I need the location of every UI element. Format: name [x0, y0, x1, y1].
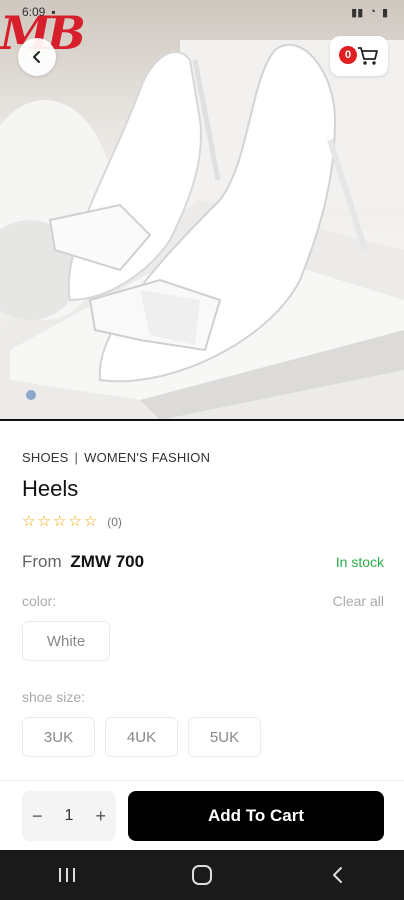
color-header: color: Clear all — [22, 593, 384, 609]
system-nav-bar — [0, 850, 404, 900]
bottom-divider — [0, 780, 404, 781]
chevron-left-icon — [33, 51, 40, 63]
product-title: Heels — [22, 476, 79, 501]
recent-apps-button[interactable] — [37, 855, 97, 895]
back-button[interactable] — [18, 38, 56, 76]
category-breadcrumb: SHOES | WOMEN'S FASHION — [22, 450, 210, 465]
rating[interactable]: ☆ ☆ ☆ ☆ ☆ (0) — [22, 514, 122, 529]
increase-button[interactable]: + — [95, 806, 106, 827]
price: From ZMW 700 — [22, 552, 144, 572]
star-outline-icon: ☆ — [37, 513, 51, 530]
quantity-value: 1 — [64, 807, 74, 824]
star-outline-icon: ☆ — [22, 513, 36, 530]
clear-all-button[interactable]: Clear all — [333, 593, 384, 609]
stock-status: In stock — [335, 554, 384, 570]
price-row: From ZMW 700 In stock — [22, 552, 384, 572]
product-image[interactable]: MB 6:09 ▪ ▮▮ ◔ ▮ 0 — [0, 0, 404, 420]
star-outline-icon: ☆ — [68, 513, 82, 530]
wifi-icon: ◔ — [369, 6, 376, 18]
quantity-stepper: − 1 + — [22, 791, 116, 841]
category-separator: | — [74, 450, 79, 465]
back-icon — [332, 867, 342, 883]
category-womens-fashion[interactable]: WOMEN'S FASHION — [84, 450, 210, 465]
home-button[interactable] — [172, 855, 232, 895]
rating-count: (0) — [107, 514, 122, 529]
decrease-button[interactable]: − — [32, 806, 43, 827]
size-option-5uk[interactable]: 5UK — [188, 717, 261, 757]
battery-icon: ▮ — [381, 6, 388, 19]
price-prefix: From — [22, 552, 62, 571]
carousel-dot-active[interactable] — [26, 390, 36, 400]
cart-icon — [358, 47, 378, 65]
category-shoes[interactable]: SHOES — [22, 450, 69, 465]
price-amount: ZMW 700 — [70, 552, 145, 571]
add-to-cart-button[interactable]: Add To Cart — [128, 791, 384, 841]
cart-button[interactable]: 0 — [330, 36, 388, 76]
recent-apps-icon — [59, 868, 76, 882]
star-outline-icon: ☆ — [83, 513, 98, 530]
image-divider — [0, 419, 404, 421]
cart-count-badge: 0 — [339, 46, 357, 64]
status-bar: 6:09 ▪ ▮▮ ◔ ▮ — [0, 0, 404, 24]
signal-icon: ▮▮ — [351, 6, 364, 19]
size-option-4uk[interactable]: 4UK — [105, 717, 178, 757]
status-time: 6:09 — [22, 5, 46, 19]
color-label: color: — [22, 593, 57, 609]
home-icon — [191, 865, 212, 885]
status-icons: ▮▮ ◔ ▮ — [351, 6, 388, 19]
size-option-3uk[interactable]: 3UK — [22, 717, 95, 757]
color-option-white[interactable]: White — [22, 621, 110, 661]
system-back-button[interactable] — [307, 855, 367, 895]
star-outline-icon: ☆ — [52, 513, 67, 530]
notification-icon: ▪ — [51, 5, 56, 19]
size-label: shoe size: — [22, 689, 86, 705]
